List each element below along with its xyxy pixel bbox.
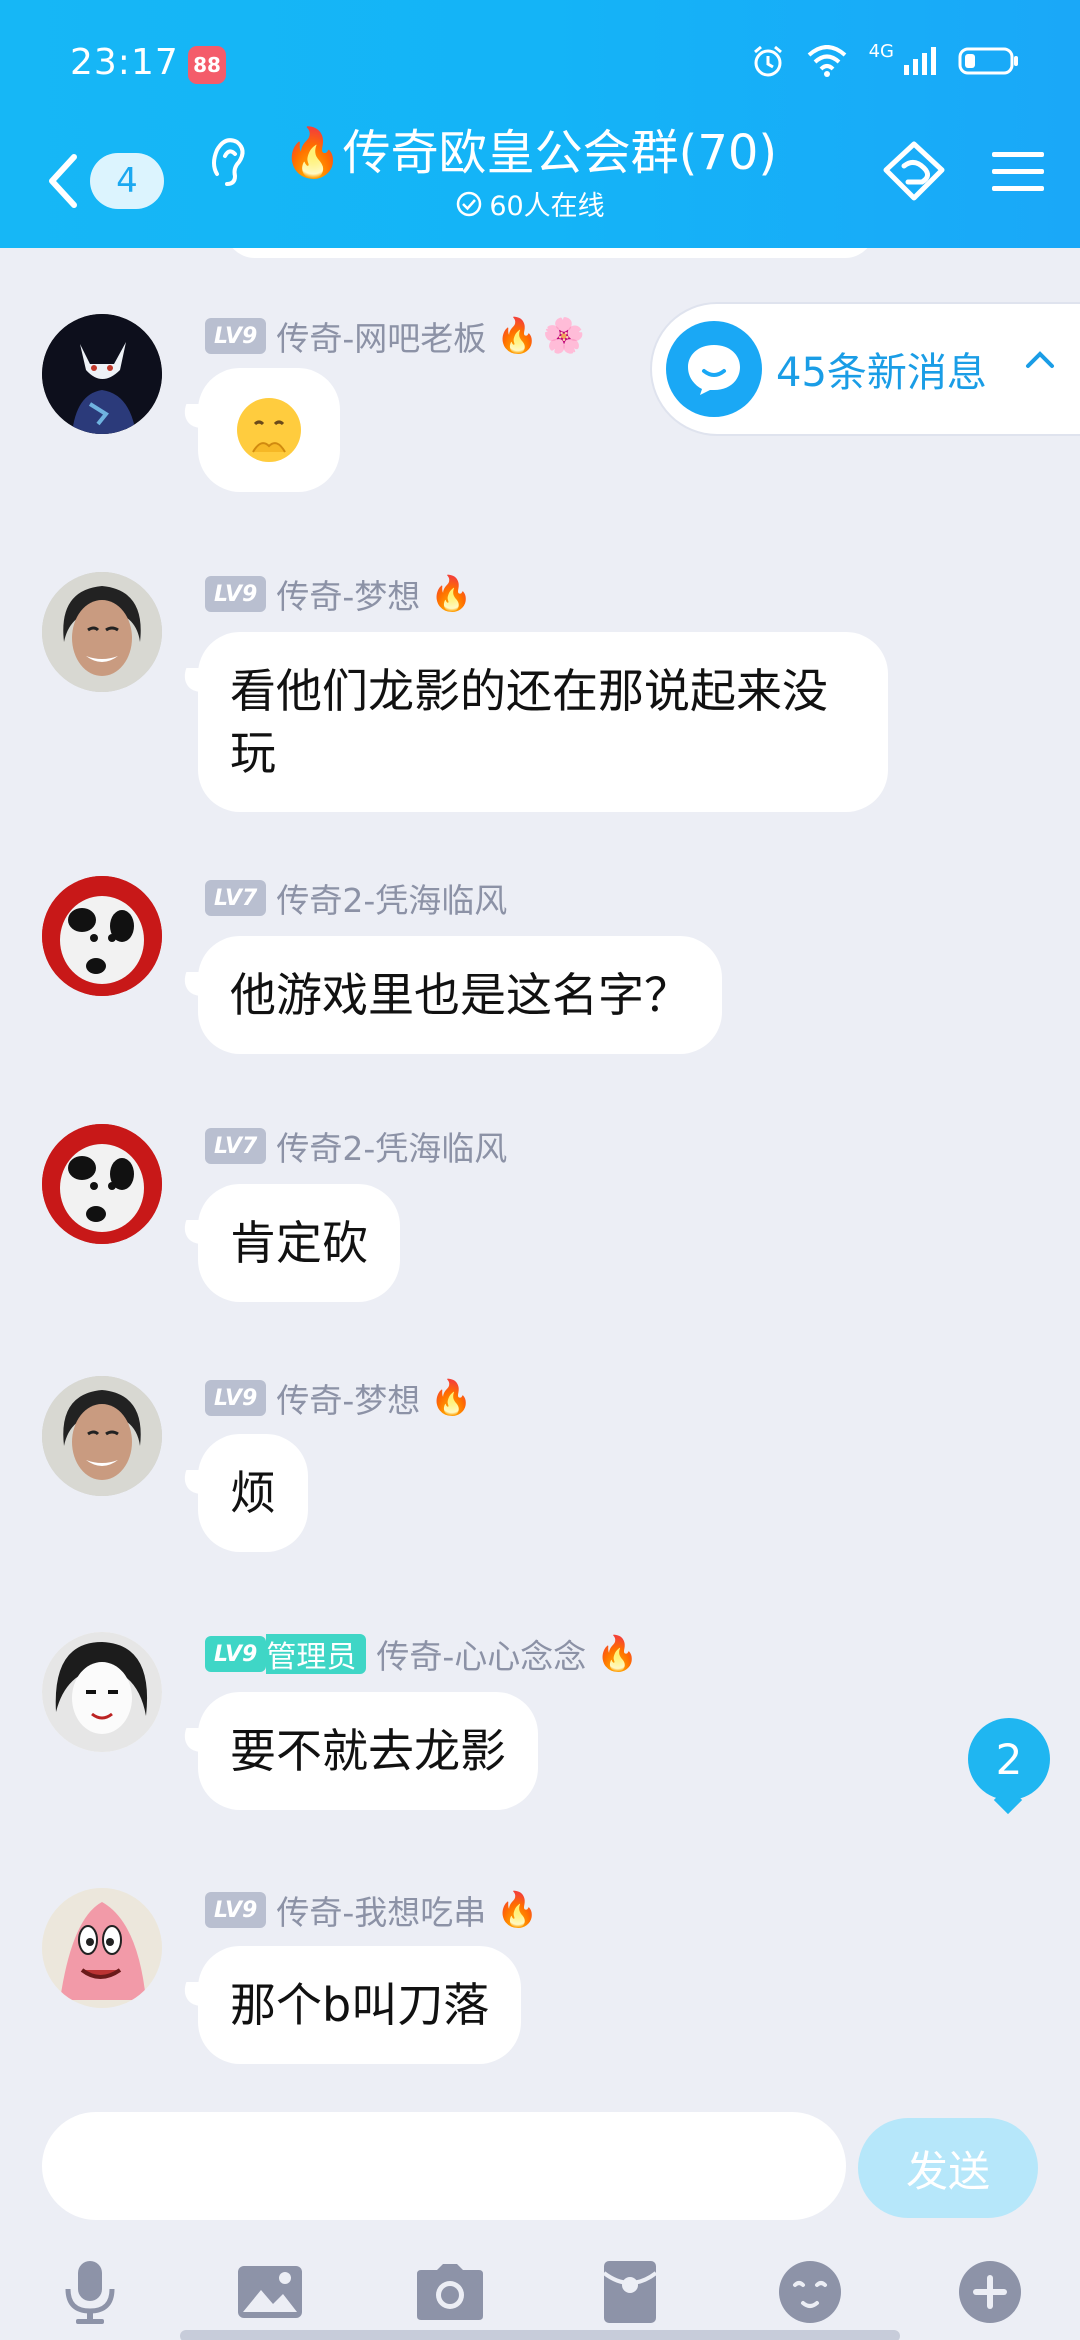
network-type: 4G <box>868 40 894 62</box>
online-status: 60人在线 <box>270 184 790 223</box>
previous-message-bubble <box>225 248 875 258</box>
level-badge: LV9 <box>205 318 267 354</box>
message-bubble[interactable]: 那个b叫刀落 <box>198 1946 522 2064</box>
fire-icon: 🔥 <box>430 574 473 614</box>
chevron-left-icon <box>49 154 77 208</box>
new-messages-label: 45条新消息 <box>776 350 987 396</box>
online-count: 60人在线 <box>489 191 605 222</box>
unread-chats-count: 4 <box>90 153 164 209</box>
plus-icon[interactable] <box>950 2252 1030 2332</box>
video-call-icon[interactable] <box>878 140 950 204</box>
avatar-image <box>42 1632 162 1752</box>
status-bar: 23:17 88 4G <box>0 0 1080 120</box>
avatar[interactable] <box>42 572 162 692</box>
nav-bar: 4 🔥传奇欧皇公会群(70) 60人在线 <box>0 120 1080 248</box>
message-bubble[interactable]: 要不就去龙影 <box>198 1692 538 1810</box>
message-bubble[interactable]: 看他们龙影的还在那说起来没玩 <box>198 632 888 812</box>
group-title-text: 传奇欧皇公会群(70) <box>342 125 778 181</box>
group-title: 🔥传奇欧皇公会群(70) <box>270 120 790 186</box>
avatar-image <box>42 1376 162 1496</box>
avatar[interactable] <box>42 1124 162 1244</box>
admin-badge: 管理员 <box>266 1634 367 1675</box>
level-badge: LV9 <box>205 1380 267 1416</box>
image-icon[interactable] <box>230 2252 310 2332</box>
chevron-up-icon <box>1026 351 1054 368</box>
input-bar: 发送 <box>0 2108 1080 2340</box>
message-bubble[interactable] <box>198 368 340 492</box>
sender-name[interactable]: 传奇-我想吃串 <box>276 1886 486 1934</box>
message-bubble[interactable]: 烦 <box>198 1434 308 1552</box>
camera-icon[interactable] <box>410 2252 490 2332</box>
avatar-image <box>42 876 162 996</box>
avatar[interactable] <box>42 1376 162 1496</box>
avatar[interactable] <box>42 876 162 996</box>
fire-icon: 🔥 <box>430 1378 473 1418</box>
level-badge: LV7 <box>205 1128 267 1164</box>
level-badge: LV9 <box>205 576 267 612</box>
send-button[interactable]: 发送 <box>858 2118 1038 2218</box>
message-bubble[interactable]: 肯定砍 <box>198 1184 400 1302</box>
menu-icon[interactable] <box>990 148 1046 196</box>
fire-icon: 🔥 <box>496 316 539 356</box>
avatar[interactable] <box>42 314 162 434</box>
avatar-image <box>42 572 162 692</box>
message-input[interactable] <box>42 2112 846 2220</box>
sender-name[interactable]: 传奇-梦想 <box>276 570 420 618</box>
microphone-icon[interactable] <box>50 2252 130 2332</box>
status-time: 23:17 <box>70 42 179 83</box>
signal-icon <box>904 47 936 75</box>
sender-name[interactable]: 传奇2-凭海临风 <box>276 1122 507 1170</box>
wifi-icon <box>807 45 846 77</box>
alarm-icon <box>753 45 782 77</box>
fire-icon: 🔥 <box>282 125 343 181</box>
message-bubble[interactable]: 他游戏里也是这名字？ <box>198 936 722 1054</box>
check-circle-icon <box>457 191 482 216</box>
fire-icon: 🔥 <box>596 1634 639 1674</box>
battery-icon <box>958 47 1018 75</box>
sender-name[interactable]: 传奇2-凭海临风 <box>276 874 507 922</box>
avatar-image <box>42 314 162 434</box>
input-toolbar <box>0 2240 1080 2340</box>
avatar-image <box>42 1124 162 1244</box>
level-badge: LV9 <box>205 1892 267 1928</box>
message-list[interactable]: LV9 传奇-网吧老板 🔥 🌸 LV9 传奇-梦想 🔥 看他们龙影的还在那说起来… <box>0 248 1080 2108</box>
avatar-image <box>42 1888 162 2008</box>
new-messages-button[interactable]: 45条新消息 <box>650 302 1080 436</box>
back-button[interactable]: 4 <box>44 146 174 216</box>
home-indicator[interactable] <box>180 2330 900 2340</box>
level-badge: LV9 <box>205 1636 267 1672</box>
red-packet-icon[interactable] <box>590 2252 670 2332</box>
flower-badge-icon: 🌸 <box>542 316 585 356</box>
level-badge: LV7 <box>205 880 267 916</box>
shy-emoji-icon <box>237 398 301 462</box>
fire-icon: 🔥 <box>496 1890 539 1930</box>
emoji-icon[interactable] <box>770 2252 850 2332</box>
app-notification-icon: 88 <box>188 46 226 84</box>
avatar[interactable] <box>42 1632 162 1752</box>
ear-icon[interactable] <box>205 130 251 190</box>
sender-name[interactable]: 传奇-梦想 <box>276 1374 420 1422</box>
chat-bubble-icon <box>666 321 762 417</box>
unread-mention-badge[interactable]: 2 <box>968 1718 1050 1800</box>
sender-name[interactable]: 传奇-心心念念 <box>376 1630 586 1678</box>
avatar[interactable] <box>42 1888 162 2008</box>
sender-name[interactable]: 传奇-网吧老板 <box>276 312 486 360</box>
chat-title-area[interactable]: 🔥传奇欧皇公会群(70) 60人在线 <box>270 120 790 223</box>
top-bar: 23:17 88 4G 4 🔥传奇欧皇公会群(70) 60人在线 <box>0 0 1080 248</box>
